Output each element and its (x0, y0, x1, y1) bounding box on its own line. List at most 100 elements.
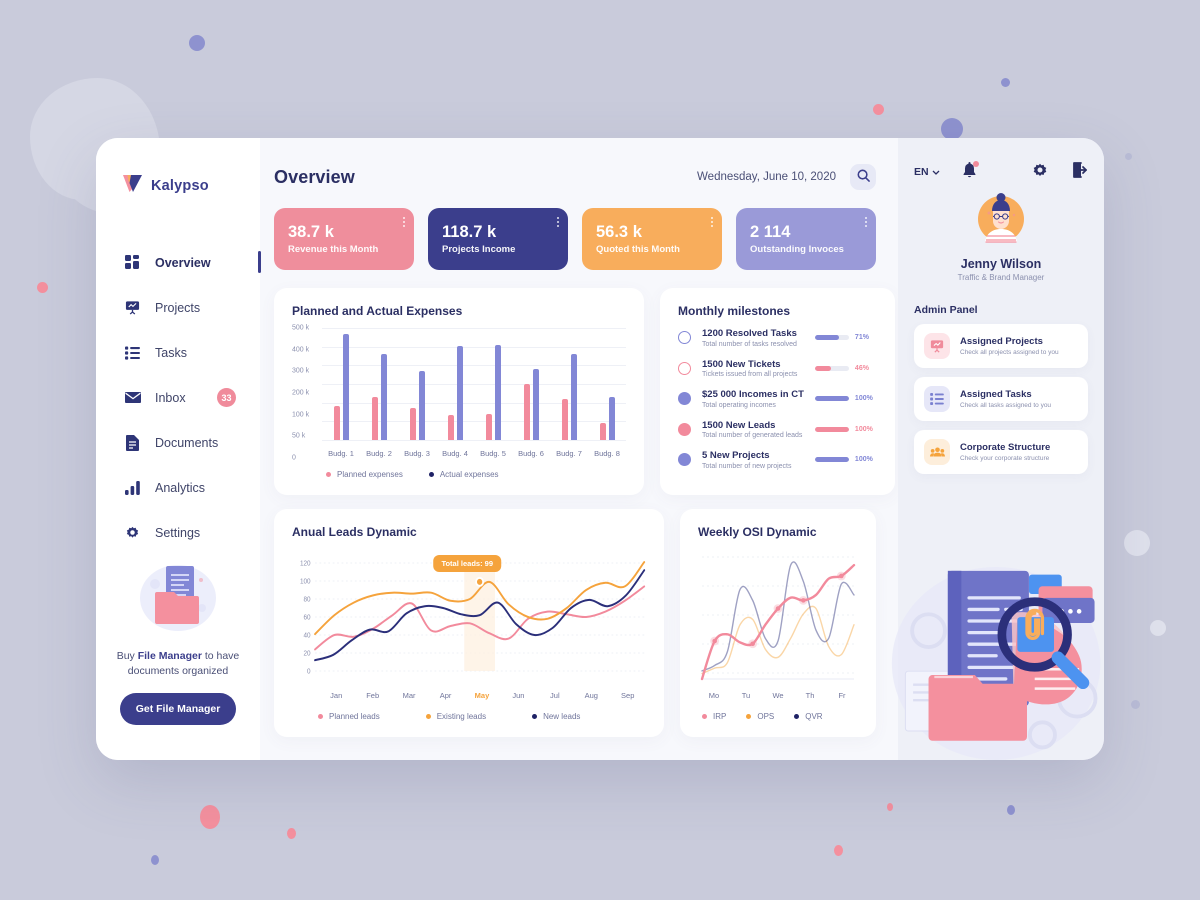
milestone-percent: 71% (854, 334, 869, 342)
bar-chart-icon (124, 479, 141, 496)
legend-dot (425, 714, 431, 719)
sidebar: Kalypso Overview Projects Tasks Inbox 33… (96, 138, 261, 760)
search-button[interactable] (850, 164, 876, 190)
kebab-menu-icon[interactable] (865, 217, 867, 227)
search-icon (857, 169, 870, 185)
legend-item: Planned leads (318, 712, 380, 721)
chart-bar (342, 333, 349, 440)
logout-button[interactable] (1072, 162, 1088, 181)
language-selector[interactable]: EN (914, 166, 940, 178)
milestone-text: 5 New Projects Total number of new projec… (702, 450, 804, 470)
brand[interactable]: Kalypso (96, 166, 260, 198)
document-icon (124, 434, 141, 451)
chart-bar-group (550, 328, 588, 440)
dashboard-window: Kalypso Overview Projects Tasks Inbox 33… (96, 138, 1104, 760)
chart-x-label: Budg. 4 (442, 449, 468, 458)
milestone-row[interactable]: $25 000 Incomes in CT Total operating inc… (678, 389, 877, 409)
background-dot (1001, 78, 1010, 87)
chart-x-label: Jun (512, 691, 525, 700)
topbar: Overview Wednesday, June 10, 2020 (274, 164, 876, 190)
milestones-title: Monthly milestones (678, 304, 791, 318)
list-icon (924, 386, 950, 412)
right-panel-toolbar: EN (914, 161, 1088, 181)
chart-y-label: 200 k (292, 389, 310, 397)
milestone-meter: 100% (814, 456, 877, 464)
settings-button[interactable] (1032, 162, 1048, 181)
milestone-title: 1200 Resolved Tasks (702, 328, 797, 339)
milestone-progress-track (814, 457, 849, 463)
get-file-manager-button[interactable]: Get File Manager (119, 693, 237, 726)
milestone-percent: 100% (854, 395, 873, 403)
sidebar-item-documents[interactable]: Documents (96, 420, 260, 465)
milestone-row[interactable]: 1500 New Tickets Tickets issued from all … (678, 359, 877, 379)
chart-bar (333, 406, 340, 440)
kpi-card-revenue[interactable]: 38.7 k Revenue this Month (274, 208, 414, 270)
chart-gridline (322, 440, 626, 441)
kpi-card-quoted[interactable]: 56.3 k Quoted this Month (582, 208, 722, 270)
chart-x-label: Budg. 5 (480, 449, 506, 458)
sidebar-item-overview[interactable]: Overview (96, 240, 261, 285)
page-title: Overview (274, 166, 355, 187)
kebab-menu-icon[interactable] (557, 217, 559, 227)
chart-y-label: 120 (300, 560, 311, 567)
current-date: Wednesday, June 10, 2020 (697, 171, 836, 183)
chart-bar-group (474, 328, 512, 440)
milestone-percent: 100% (854, 456, 873, 464)
expenses-bar-chart: Budg. 1 Budg. 2 Budg. 3 Budg. 4 Budg. 5 Budg.… (292, 325, 626, 462)
kebab-menu-icon[interactable] (711, 217, 713, 227)
admin-item-assigned-tasks[interactable]: Assigned Tasks Check all tasks assigned … (914, 377, 1088, 421)
legend-item: OPS (746, 712, 774, 721)
admin-item-sub: Check all projects assigned to you (960, 348, 1059, 356)
chart-y-label: 100 (300, 578, 311, 585)
chart-y-label: 0 (307, 668, 311, 675)
chart-title: Anual Leads Dynamic (292, 525, 417, 539)
legend-label: OPS (757, 712, 775, 721)
admin-item-assigned-projects[interactable]: Assigned Projects Check all projects ass… (914, 324, 1088, 368)
chart-x-label: We (772, 691, 784, 700)
legend-item: Existing leads (425, 712, 486, 721)
background-dot (189, 35, 205, 51)
document-search-illustration-icon (888, 520, 1104, 760)
background-dot (873, 104, 884, 115)
chart-legend: IRP OPS QVR (698, 712, 858, 721)
milestone-text: $25 000 Incomes in CT Total operating inc… (702, 389, 804, 409)
presentation-icon (924, 333, 950, 359)
sidebar-item-projects[interactable]: Projects (96, 285, 260, 330)
chart-legend: Planned expenses Actual expenses (292, 470, 626, 479)
milestones-card: Monthly milestones 1200 Resolved Tasks To… (660, 288, 895, 495)
milestone-row[interactable]: 1500 New Leads Total number of generated … (678, 420, 877, 439)
milestone-row[interactable]: 5 New Projects Total number of new projec… (678, 450, 877, 470)
kpi-card-projects-income[interactable]: 118.7 k Projects Income (428, 208, 568, 270)
milestone-text: 1500 New Tickets Tickets issued from all … (702, 359, 804, 379)
sidebar-item-inbox[interactable]: Inbox 33 (96, 375, 260, 420)
sidebar-item-tasks[interactable]: Tasks (96, 330, 260, 375)
chart-bar (456, 345, 463, 440)
sidebar-item-label: Documents (155, 435, 219, 450)
chart-bar (380, 353, 387, 440)
kpi-label: Projects Income (442, 243, 516, 255)
kpi-label: Quoted this Month (596, 243, 680, 255)
chart-bar-group (588, 328, 626, 440)
sidebar-item-analytics[interactable]: Analytics (96, 465, 260, 510)
chart-x-label: May (474, 691, 490, 700)
milestone-sub: Tickets issued from all projects (702, 371, 798, 378)
kebab-menu-icon[interactable] (403, 217, 405, 227)
sidebar-item-settings[interactable]: Settings (96, 510, 260, 555)
promo-text-bold: File Manager (137, 650, 202, 662)
chart-x-label: Tu (741, 691, 751, 700)
legend-item: New leads (532, 712, 580, 721)
chart-x-label: Fr (838, 691, 846, 700)
legend-dot (428, 472, 434, 477)
chart-data-point (475, 576, 485, 587)
osi-line-chart (698, 549, 858, 689)
notifications-button[interactable] (962, 161, 979, 181)
milestone-progress-track (814, 365, 849, 371)
promo-block: Buy File Manager to have documents organ… (96, 555, 260, 760)
sidebar-item-label: Tasks (155, 345, 187, 360)
expenses-chart-card: Planned and Actual Expenses Budg. 1 Budg.… (274, 288, 644, 495)
admin-item-corporate-structure[interactable]: Corporate Structure Check your corporate… (914, 430, 1088, 474)
kpi-card-outstanding-invoices[interactable]: 2 114 Outstanding Invoces (736, 208, 876, 270)
chart-y-label: 60 (304, 614, 311, 621)
milestone-row[interactable]: 1200 Resolved Tasks Total number of tasks… (678, 328, 877, 348)
legend-label: Planned leads (329, 712, 380, 721)
